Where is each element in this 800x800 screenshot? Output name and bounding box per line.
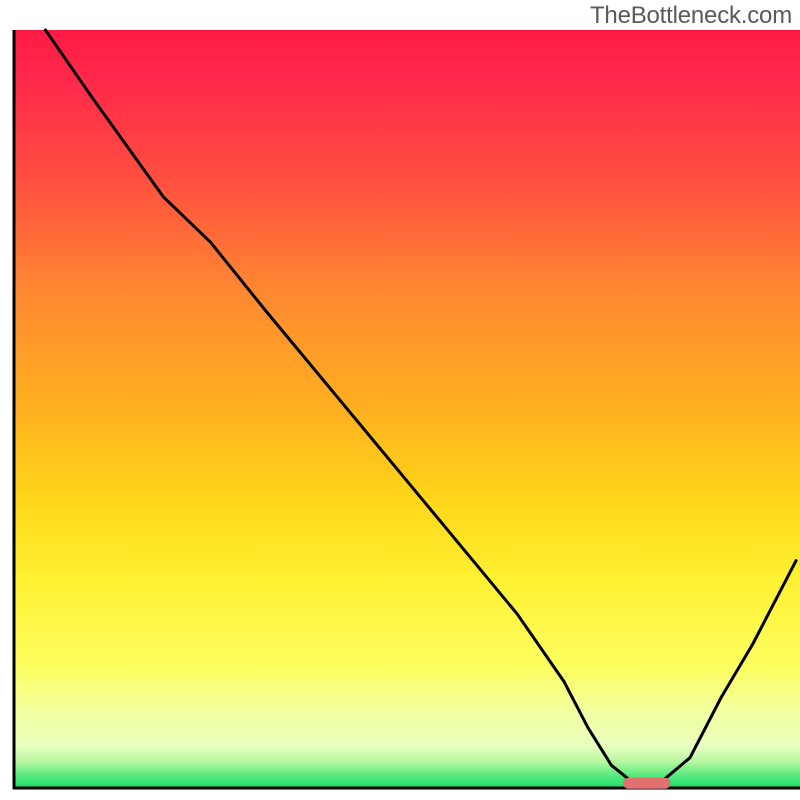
optimal-marker (623, 778, 670, 789)
plot-svg (0, 0, 800, 800)
bottleneck-chart: TheBottleneck.com (0, 0, 800, 800)
watermark-label: TheBottleneck.com (590, 2, 792, 30)
gradient-background (14, 30, 800, 788)
